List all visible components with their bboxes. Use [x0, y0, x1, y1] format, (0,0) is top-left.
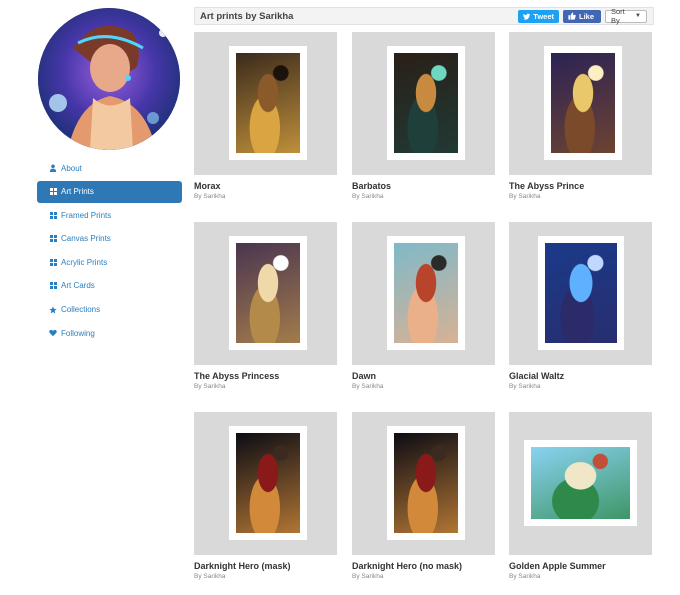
artwork-artist[interactable]: By Sarikha — [509, 383, 540, 390]
artwork-image — [545, 243, 617, 343]
artwork-thumbnail[interactable] — [352, 222, 495, 365]
artwork-title[interactable]: Golden Apple Summer — [509, 561, 606, 571]
tweet-label: Tweet — [533, 11, 554, 21]
artwork-title[interactable]: Morax — [194, 181, 221, 191]
artwork-image — [551, 53, 615, 153]
artwork-image — [236, 433, 300, 533]
sidebar-item-art-prints[interactable]: Art Prints — [37, 180, 182, 203]
sidebar-item-framed-prints[interactable]: Framed Prints — [37, 204, 182, 226]
artwork-card[interactable]: Morax By Sarikha — [194, 32, 337, 200]
artwork-image — [394, 53, 458, 153]
star-icon — [49, 305, 57, 314]
artwork-artist[interactable]: By Sarikha — [352, 383, 383, 390]
artwork-title[interactable]: Darknight Hero (mask) — [194, 561, 291, 571]
print-frame — [544, 46, 622, 160]
sidebar-item-following[interactable]: Following — [37, 322, 182, 344]
artwork-thumbnail[interactable] — [194, 32, 337, 175]
artwork-card[interactable]: Glacial Waltz By Sarikha — [509, 222, 652, 390]
profile-avatar[interactable] — [38, 8, 180, 150]
artwork-thumbnail[interactable] — [352, 32, 495, 175]
grid-icon — [49, 188, 57, 196]
artwork-card[interactable]: Golden Apple Summer By Sarikha — [509, 412, 652, 580]
sidebar-item-label: Canvas Prints — [61, 234, 111, 244]
artwork-artist[interactable]: By Sarikha — [509, 193, 540, 200]
sidebar-item-label: Framed Prints — [61, 210, 112, 220]
grid-icon — [49, 211, 57, 219]
artwork-thumbnail[interactable] — [194, 412, 337, 555]
like-label: Like — [579, 11, 595, 21]
grid-icon — [49, 282, 57, 290]
artwork-card[interactable]: The Abyss Princess By Sarikha — [194, 222, 337, 390]
artwork-image — [394, 243, 458, 343]
tweet-button[interactable]: Tweet — [518, 9, 559, 23]
user-icon — [49, 164, 57, 172]
artwork-image — [531, 447, 630, 519]
sidebar-item-acrylic-prints[interactable]: Acrylic Prints — [37, 251, 182, 273]
artwork-card[interactable]: Dawn By Sarikha — [352, 222, 495, 390]
artwork-title[interactable]: Darknight Hero (no mask) — [352, 561, 462, 571]
artwork-artist[interactable]: By Sarikha — [509, 573, 540, 580]
sidebar-item-label: Art Prints — [61, 187, 94, 197]
grid-icon — [49, 258, 57, 266]
print-frame — [229, 236, 307, 350]
artwork-artist[interactable]: By Sarikha — [352, 193, 383, 200]
sidebar-item-about[interactable]: About — [37, 157, 182, 179]
twitter-icon — [523, 13, 531, 20]
page-title: Art prints by Sarikha — [200, 10, 294, 22]
thumbs-up-icon — [568, 12, 576, 20]
print-frame — [538, 236, 624, 350]
heart-icon — [49, 329, 57, 337]
sidebar-item-canvas-prints[interactable]: Canvas Prints — [37, 228, 182, 250]
artwork-title[interactable]: Barbatos — [352, 181, 391, 191]
page-header: Art prints by Sarikha Tweet Like Sort By… — [194, 7, 654, 25]
print-frame — [229, 46, 307, 160]
like-button[interactable]: Like — [563, 9, 601, 23]
artwork-artist[interactable]: By Sarikha — [352, 573, 383, 580]
artwork-card[interactable]: Darknight Hero (mask) By Sarikha — [194, 412, 337, 580]
sidebar-item-collections[interactable]: Collections — [37, 299, 182, 321]
artwork-thumbnail[interactable] — [509, 32, 652, 175]
artwork-title[interactable]: Dawn — [352, 371, 376, 381]
artwork-card[interactable]: The Abyss Prince By Sarikha — [509, 32, 652, 200]
sidebar-item-label: Following — [61, 328, 95, 338]
artwork-image — [236, 243, 300, 343]
sidebar-item-art-cards[interactable]: Art Cards — [37, 275, 182, 297]
artwork-artist[interactable]: By Sarikha — [194, 573, 225, 580]
artwork-thumbnail[interactable] — [509, 222, 652, 365]
sidebar-item-label: About — [61, 163, 82, 173]
print-frame — [229, 426, 307, 540]
grid-icon — [49, 235, 57, 243]
artwork-artist[interactable]: By Sarikha — [194, 383, 225, 390]
print-frame — [524, 440, 637, 526]
print-frame — [387, 46, 465, 160]
artwork-title[interactable]: The Abyss Princess — [194, 371, 279, 381]
artwork-title[interactable]: Glacial Waltz — [509, 371, 564, 381]
sort-by-dropdown[interactable]: Sort By ▼ — [605, 7, 647, 25]
artwork-card[interactable]: Darknight Hero (no mask) By Sarikha — [352, 412, 495, 580]
caret-down-icon: ▼ — [635, 13, 641, 19]
artwork-title[interactable]: The Abyss Prince — [509, 181, 584, 191]
print-frame — [387, 426, 465, 540]
artwork-artist[interactable]: By Sarikha — [194, 193, 225, 200]
artwork-thumbnail[interactable] — [194, 222, 337, 365]
sort-label: Sort By — [611, 7, 625, 25]
sidebar-item-label: Acrylic Prints — [61, 257, 108, 267]
artwork-card[interactable]: Barbatos By Sarikha — [352, 32, 495, 200]
artwork-image — [236, 53, 300, 153]
artwork-image — [394, 433, 458, 533]
print-frame — [387, 236, 465, 350]
header-actions: Tweet Like Sort By ▼ — [518, 7, 653, 25]
sidebar-nav: About Art Prints Framed Prints Canvas Pr… — [37, 157, 182, 346]
sidebar-item-label: Art Cards — [61, 281, 95, 291]
sidebar-item-label: Collections — [61, 305, 101, 315]
artwork-thumbnail[interactable] — [352, 412, 495, 555]
artwork-thumbnail[interactable] — [509, 412, 652, 555]
